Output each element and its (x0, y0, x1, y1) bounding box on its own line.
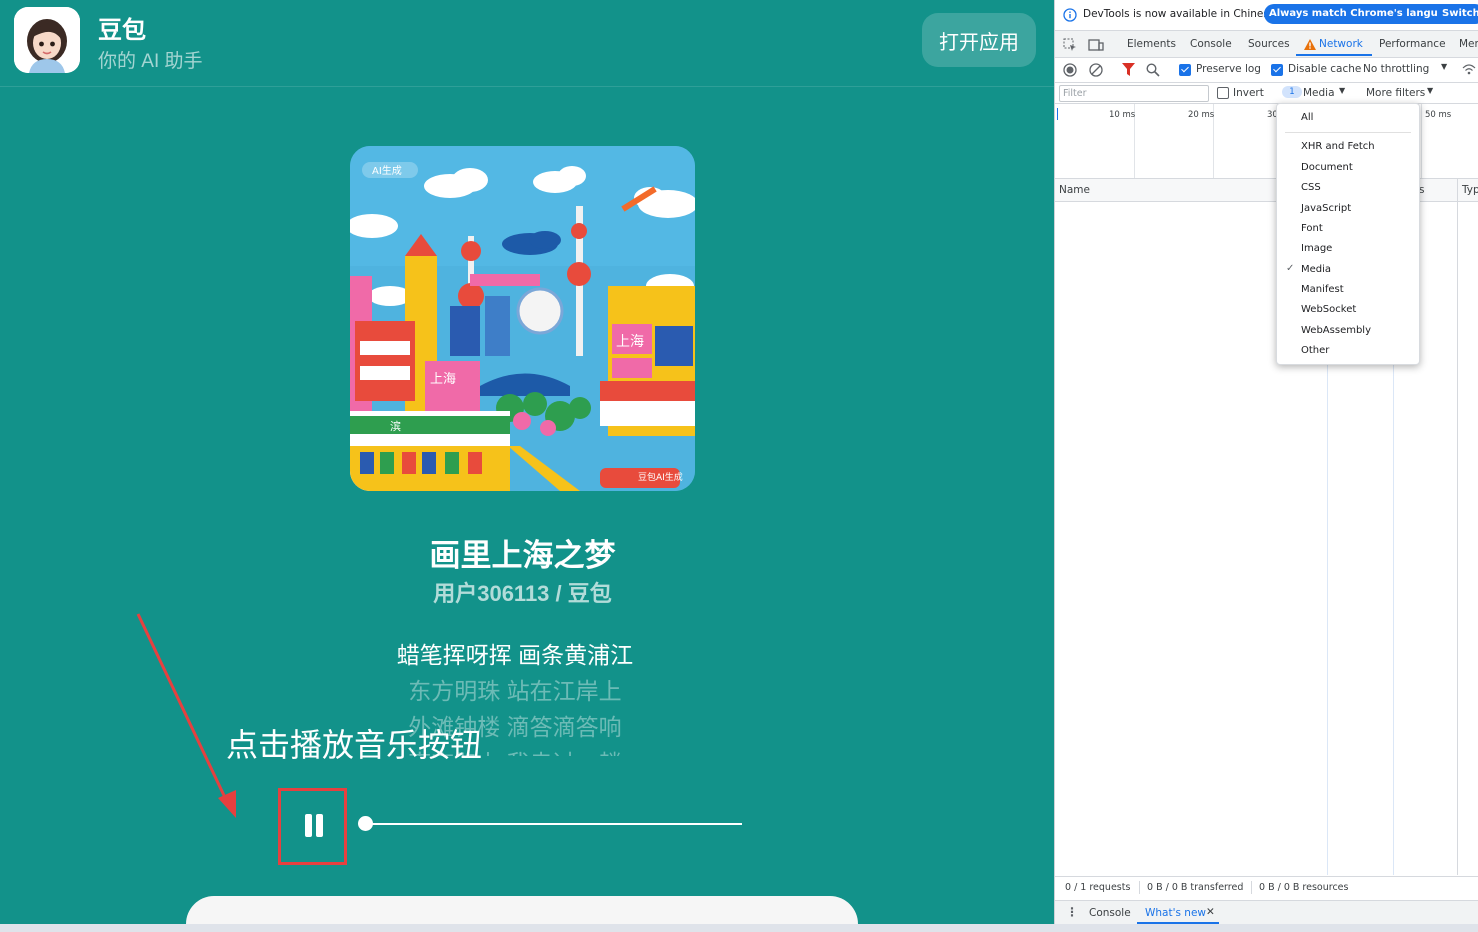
column-type[interactable]: Typ (1462, 184, 1478, 196)
chevron-down-icon[interactable]: ▼ (1441, 62, 1447, 71)
column-name[interactable]: Name (1059, 184, 1090, 196)
preserve-log-checkbox[interactable] (1179, 64, 1191, 76)
timeline-tick-label: 50 ms (1425, 110, 1452, 120)
column-divider (1457, 202, 1458, 875)
dropdown-item-css[interactable]: CSS (1301, 182, 1321, 193)
timeline-tick-label: 10 ms (1109, 110, 1136, 120)
always-match-language-button[interactable]: Always match Chrome's language (1264, 4, 1464, 24)
cover-sign-text: 上海 (430, 372, 456, 387)
dropdown-item-image[interactable]: Image (1301, 243, 1332, 254)
invert-label: Invert (1233, 87, 1264, 99)
invert-checkbox[interactable] (1217, 87, 1229, 99)
song-title: 画里上海之梦 (429, 538, 616, 573)
dropdown-item-font[interactable]: Font (1301, 223, 1323, 234)
dropdown-item-document[interactable]: Document (1301, 162, 1353, 173)
song-artist: 用户306113 / 豆包 (433, 581, 612, 606)
timeline-tick-label: 20 ms (1188, 110, 1215, 120)
filter-icon[interactable] (1122, 63, 1135, 76)
dropdown-item-xhr[interactable]: XHR and Fetch (1301, 141, 1375, 152)
tab-performance[interactable]: Performance (1379, 38, 1446, 50)
clear-icon[interactable] (1089, 63, 1103, 77)
dropdown-item-media[interactable]: Media (1301, 264, 1331, 275)
dropdown-item-manifest[interactable]: Manifest (1301, 284, 1344, 295)
device-toolbar-icon[interactable] (1088, 38, 1104, 52)
progress-knob[interactable] (358, 816, 373, 831)
disable-cache-checkbox[interactable] (1271, 64, 1283, 76)
tab-elements[interactable]: Elements (1127, 38, 1176, 50)
dropdown-item-websocket[interactable]: WebSocket (1301, 304, 1356, 315)
network-conditions-icon[interactable] (1462, 63, 1476, 75)
os-taskbar-strip (0, 924, 1478, 932)
annotation-label: 点击播放音乐按钮 (226, 727, 483, 763)
search-icon[interactable] (1146, 63, 1160, 77)
throttling-select[interactable]: No throttling (1363, 63, 1429, 75)
checkmark-icon: ✓ (1286, 263, 1295, 274)
app-name: 豆包 (98, 17, 146, 44)
open-app-button[interactable]: 打开应用 (922, 13, 1036, 67)
switch-language-button[interactable]: Switch (1437, 4, 1478, 24)
resources-size: 0 B / 0 B resources (1259, 882, 1349, 893)
disable-cache-label: Disable cache (1288, 63, 1362, 75)
app-tagline: 你的 AI 助手 (98, 51, 203, 72)
record-icon[interactable] (1063, 63, 1077, 77)
info-icon (1063, 8, 1077, 22)
network-toolbar: Preserve log Disable cache No throttling… (1055, 58, 1478, 83)
chevron-down-icon[interactable]: ▼ (1339, 86, 1345, 95)
album-cover: 上海 上海 滨 AI生成 豆包AI生成 (350, 146, 695, 491)
watermark: 豆包AI生成 (638, 471, 683, 483)
active-tab-indicator (1296, 54, 1372, 56)
drawer-tab-bar: ⋮ Console What's new ✕ (1055, 900, 1478, 924)
chevron-down-icon[interactable]: ▼ (1427, 86, 1433, 95)
dropdown-item-all[interactable]: All (1301, 112, 1313, 123)
tab-console[interactable]: Console (1190, 38, 1232, 50)
annotation-highlight-box (278, 788, 347, 865)
music-share-page: 豆包 你的 AI 助手 打开应用 上海 上海 滨 AI生成 豆包AI生成 画里上… (0, 0, 1054, 932)
language-notice-bar: DevTools is now available in Chinese! Al… (1055, 0, 1478, 31)
drawer-tab-whats-new[interactable]: What's new (1145, 907, 1206, 919)
ai-badge: AI生成 (372, 164, 402, 177)
notice-text: DevTools is now available in Chinese! (1083, 8, 1280, 20)
timeline-cursor (1057, 108, 1058, 120)
timeline-tick (1421, 104, 1422, 178)
close-icon[interactable]: ✕ (1206, 906, 1215, 918)
progress-track (365, 823, 742, 825)
more-options-icon[interactable]: ⋮ (1066, 905, 1078, 919)
pause-icon (316, 814, 323, 837)
dropdown-item-javascript[interactable]: JavaScript (1301, 203, 1351, 214)
dropdown-divider (1285, 132, 1411, 133)
cover-sign-text: 上海 (616, 334, 644, 350)
status-divider (1139, 881, 1140, 894)
app-header: 豆包 你的 AI 助手 打开应用 (0, 0, 1054, 87)
devtools-panel: DevTools is now available in Chinese! Al… (1054, 0, 1478, 924)
column-divider (1457, 179, 1458, 201)
progress-slider[interactable] (358, 815, 742, 833)
filter-bar: Filter Invert 1 Media ▼ More filters ▼ (1055, 83, 1478, 104)
lyric-line: 东方明珠 站在江岸上 (408, 678, 622, 704)
requests-count: 0 / 1 requests (1065, 882, 1131, 893)
drawer-tab-console[interactable]: Console (1089, 907, 1131, 919)
transferred-size: 0 B / 0 B transferred (1147, 882, 1244, 893)
pause-button[interactable] (298, 811, 328, 841)
dropdown-item-other[interactable]: Other (1301, 345, 1329, 356)
tab-memory[interactable]: Mer (1459, 38, 1478, 50)
pause-icon (305, 814, 312, 837)
preserve-log-label: Preserve log (1196, 63, 1261, 75)
tab-network[interactable]: Network (1319, 38, 1363, 50)
lyric-line-current: 蜡笔挥呀挥 画条黄浦江 (396, 642, 634, 668)
inspect-element-icon[interactable] (1063, 38, 1077, 52)
resource-type-select[interactable]: Media (1303, 87, 1335, 99)
devtools-tab-bar: Elements Console Sources Network Perform… (1055, 31, 1478, 58)
dropdown-item-webassembly[interactable]: WebAssembly (1301, 325, 1371, 336)
media-count-badge: 1 (1282, 86, 1302, 98)
warning-icon (1304, 39, 1316, 50)
resource-type-dropdown: All XHR and Fetch Document CSS JavaScrip… (1276, 103, 1420, 365)
app-logo (14, 7, 80, 73)
network-status-bar: 0 / 1 requests 0 B / 0 B transferred 0 B… (1055, 876, 1478, 899)
cover-sign-text: 滨 (390, 419, 401, 433)
status-divider (1251, 881, 1252, 894)
filter-input[interactable]: Filter (1059, 85, 1209, 102)
more-filters-button[interactable]: More filters (1366, 87, 1425, 99)
tab-sources[interactable]: Sources (1248, 38, 1290, 50)
